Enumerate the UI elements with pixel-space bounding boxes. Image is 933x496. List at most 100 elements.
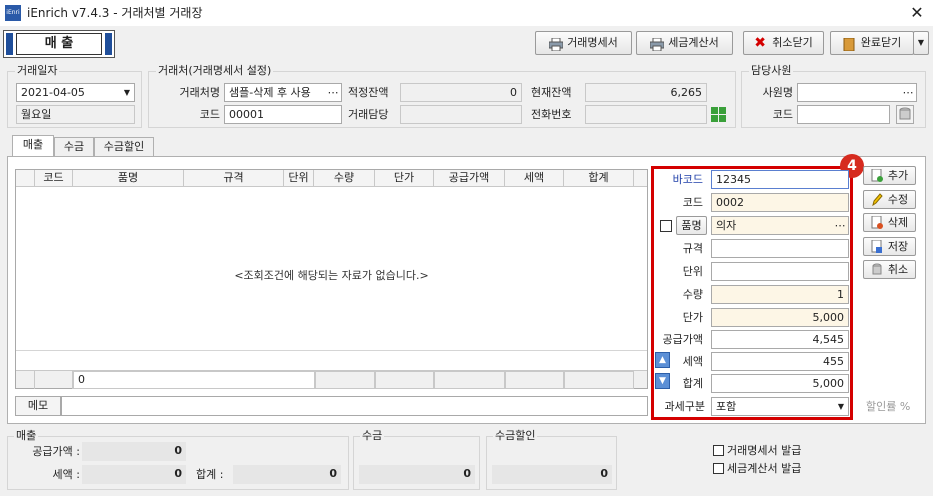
complete-close-button[interactable]: 완료닫기 (830, 31, 914, 55)
issue-tax-invoice-checkbox[interactable]: 세금계산서 발급 (713, 460, 801, 476)
printer-icon (649, 37, 665, 51)
total-input[interactable]: 5,000 (711, 374, 849, 393)
issue-tax-invoice-label: 세금계산서 발급 (727, 462, 802, 475)
item-input[interactable]: 의자 ⋯ (711, 216, 849, 235)
weekday-field: 월요일 (16, 105, 135, 124)
current-balance-label: 현재잔액 (531, 86, 572, 99)
mode-bar-right (105, 33, 112, 55)
add-doc-icon (871, 168, 885, 182)
spec-label: 규격 (682, 242, 703, 255)
tax-input[interactable]: 455 (711, 352, 849, 371)
grid-footer-count: 0 (73, 371, 315, 389)
grid-footer-indicator (16, 371, 35, 389)
tab-collection-discount[interactable]: 수금할인 (94, 137, 154, 156)
mode-label: 매 출 (16, 33, 102, 55)
staff-name-label: 사원명 (762, 86, 793, 99)
save-button[interactable]: 저장 (863, 237, 916, 256)
staff-name-input[interactable]: ⋯ (797, 83, 917, 102)
mode-indicator[interactable]: 매 출 (3, 30, 115, 58)
memo-input[interactable] (61, 396, 648, 416)
spec-input[interactable] (711, 239, 849, 258)
red-x-icon: ✖ (754, 34, 766, 51)
checkbox-box[interactable] (713, 462, 724, 474)
price-input[interactable]: 5,000 (711, 308, 849, 327)
qty-label: 수량 (682, 288, 703, 301)
supply-input[interactable]: 4,545 (711, 330, 849, 349)
tax-invoice-print-button[interactable]: 세금계산서 (636, 31, 733, 55)
summary-supply-field: 0 (82, 442, 186, 461)
database-icon (871, 263, 885, 276)
item-grid: 코드 품명 규격 단위 수량 단가 공급가액 세액 합계 <조회조건에 해당되는… (15, 169, 648, 389)
code-input[interactable]: 0002 (711, 193, 849, 212)
chevron-down-icon[interactable]: ▼ (838, 398, 844, 415)
trade-date-value: 2021-04-05 (21, 86, 85, 99)
title-bar: iEnri iEnrich v7.4.3 - 거래처별 거래장 ✕ (0, 0, 933, 26)
chevron-down-icon[interactable]: ▼ (124, 84, 130, 101)
grid-scroll-line (16, 350, 647, 370)
tax-invoice-print-label: 세금계산서 (668, 36, 719, 49)
grid-header-qty: 수량 (314, 170, 375, 186)
collection-summary-field: 0 (359, 465, 475, 484)
more-icon[interactable]: ⋯ (832, 217, 848, 234)
staff-code-label: 코드 (772, 108, 793, 121)
arrow-down-icon[interactable]: ▼ (655, 373, 670, 389)
grid-header: 코드 품명 규격 단위 수량 단가 공급가액 세액 합계 (16, 170, 647, 187)
supply-label: 공급가액 (662, 333, 703, 346)
item-lookup-button[interactable]: 품명 (676, 216, 707, 235)
client-code-input[interactable]: 00001 (224, 105, 342, 124)
cancel-button[interactable]: 취소 (863, 260, 916, 279)
issue-statement-checkbox[interactable]: 거래명세서 발급 (713, 442, 801, 458)
complete-close-label: 완료닫기 (860, 36, 902, 49)
complete-close-dropdown[interactable]: ▼ (913, 31, 929, 55)
app-logo-icon: iEnri (5, 5, 21, 21)
delete-doc-icon (871, 215, 885, 229)
grid-app-icon[interactable] (710, 106, 727, 123)
grid-empty-message: <조회조건에 해당되는 자료가 없습니다.> (234, 269, 429, 282)
checkbox-box[interactable] (713, 444, 724, 456)
staff-code-input[interactable] (797, 105, 890, 124)
client-group-title: 거래처(거래명세서 설정) (156, 64, 274, 78)
save-button-label: 저장 (887, 240, 909, 253)
mode-bar-left (6, 33, 13, 55)
barcode-input[interactable]: 12345 (711, 170, 849, 189)
window-title: iEnrich v7.4.3 - 거래처별 거래장 (27, 6, 203, 20)
qty-input[interactable]: 1 (711, 285, 849, 304)
grid-footer-tax (505, 371, 564, 389)
tax-type-select[interactable]: 포함 ▼ (711, 397, 849, 416)
statement-print-button[interactable]: 거래명세서 (535, 31, 632, 55)
grid-footer-supply (434, 371, 505, 389)
code-label: 코드 (682, 196, 703, 209)
door-icon (843, 37, 857, 51)
edit-button[interactable]: 수정 (863, 190, 916, 209)
phone-field (585, 105, 707, 124)
cancel-close-button[interactable]: ✖ 취소닫기 (743, 31, 824, 55)
grid-header-indicator (16, 170, 35, 186)
arrow-up-icon[interactable]: ▲ (655, 352, 670, 368)
tax-type-value: 포함 (716, 400, 737, 413)
unit-input[interactable] (711, 262, 849, 281)
grid-header-total: 합계 (564, 170, 634, 186)
discount-summary-field: 0 (492, 465, 612, 484)
tab-sales[interactable]: 매출 (12, 135, 54, 157)
trade-date-input[interactable]: 2021-04-05 ▼ (16, 83, 135, 102)
tab-collection[interactable]: 수금 (54, 137, 94, 156)
add-button[interactable]: 추가 (863, 166, 916, 185)
trade-date-group-title: 거래일자 (15, 64, 60, 78)
grid-footer: 0 (16, 370, 647, 389)
grid-footer-code (35, 371, 73, 389)
summary-total-field: 0 (233, 465, 341, 484)
memo-label: 메모 (15, 396, 61, 416)
close-icon[interactable]: ✕ (906, 2, 928, 24)
more-icon[interactable]: ⋯ (900, 84, 916, 101)
staff-group-title: 담당사원 (749, 64, 794, 78)
delete-button[interactable]: 삭제 (863, 213, 916, 232)
more-icon[interactable]: ⋯ (325, 84, 341, 101)
grid-footer-qty (315, 371, 375, 389)
item-checkbox[interactable] (660, 220, 672, 232)
contact-label: 거래담당 (348, 108, 389, 121)
proper-balance-field: 0 (400, 83, 522, 102)
client-name-input[interactable]: 샘플-삭제 후 사용 ⋯ (224, 83, 342, 102)
unit-label: 단위 (682, 265, 703, 278)
database-icon[interactable] (896, 105, 914, 124)
proper-balance-label: 적정잔액 (348, 86, 389, 99)
